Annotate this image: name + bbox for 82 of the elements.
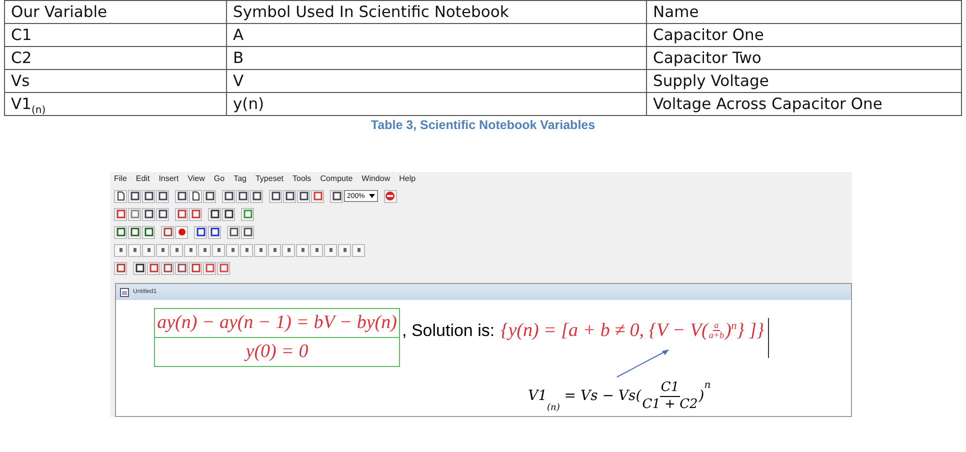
menu-item[interactable]: Help xyxy=(399,174,416,185)
toolbar-button[interactable] xyxy=(208,226,221,238)
menu-item[interactable]: Edit xyxy=(136,174,150,185)
menu-item[interactable]: Tools xyxy=(292,174,312,185)
toolbar-button[interactable] xyxy=(203,190,216,202)
toolbar-button[interactable] xyxy=(156,190,169,202)
table-cell: Vs xyxy=(5,70,227,93)
menu-item[interactable]: Window xyxy=(362,174,390,185)
toolbar-button[interactable] xyxy=(128,244,141,256)
toolbar-button[interactable] xyxy=(222,208,235,220)
toolbar-button[interactable] xyxy=(310,244,323,256)
document-icon xyxy=(120,288,129,296)
toolbar-button[interactable] xyxy=(250,190,263,202)
menu-item[interactable]: Go xyxy=(214,174,225,185)
equation: ay(n) − ay(n − 1) = bV − by(n) xyxy=(155,309,399,338)
toolbar-button[interactable] xyxy=(161,262,174,274)
toolbar-button[interactable] xyxy=(296,244,309,256)
table-cell: Supply Voltage xyxy=(647,70,962,93)
table-cell: Capacitor One xyxy=(647,24,962,47)
table-cell: V1$_{(n)}$ xyxy=(5,93,227,116)
toolbar-button[interactable] xyxy=(142,190,155,202)
toolbar-button[interactable] xyxy=(212,244,225,256)
toolbar-button[interactable] xyxy=(142,226,155,238)
table-caption: Table 3, Scientific Notebook Variables xyxy=(370,118,596,132)
table-cell: B xyxy=(227,47,647,70)
menu-item[interactable]: Typeset xyxy=(255,174,284,185)
toolbar-button[interactable] xyxy=(156,208,169,220)
tool-icon xyxy=(385,191,396,201)
toolbar-button[interactable] xyxy=(175,190,188,202)
caret-icon xyxy=(368,194,375,198)
toolbar-button[interactable] xyxy=(128,190,141,202)
toolbar-button[interactable] xyxy=(227,226,240,238)
toolbar-button[interactable] xyxy=(114,226,127,238)
toolbar-button[interactable] xyxy=(114,244,127,256)
equation: y(0) = 0 xyxy=(243,340,310,364)
menu-item[interactable]: Insert xyxy=(158,174,179,185)
toolbar-button[interactable] xyxy=(133,262,146,274)
toolbar-button[interactable] xyxy=(156,244,169,256)
toolbar-button[interactable] xyxy=(324,244,337,256)
toolbar-button[interactable] xyxy=(114,262,127,274)
menu-item[interactable]: Compute xyxy=(320,174,353,185)
annotation-arrow xyxy=(616,348,671,378)
toolbar-button[interactable] xyxy=(282,244,295,256)
toolbar-button[interactable] xyxy=(184,244,197,256)
toolbar-button[interactable] xyxy=(352,244,365,256)
toolbar-button[interactable] xyxy=(236,190,249,202)
toolbar-button[interactable] xyxy=(208,208,221,220)
solution-label: , Solution is: xyxy=(402,320,495,340)
toolbar-button[interactable] xyxy=(194,226,207,238)
toolbar-button[interactable] xyxy=(175,262,188,274)
toolbar-button[interactable] xyxy=(226,244,239,256)
toolbar-button[interactable] xyxy=(142,244,155,256)
table-cell: y(n) xyxy=(227,93,647,116)
table-cell: A xyxy=(227,24,647,47)
table-cell: Voltage Across Capacitor One xyxy=(647,93,962,116)
toolbar-button[interactable] xyxy=(338,244,351,256)
toolbar-button[interactable] xyxy=(128,226,141,238)
table-cell: Capacitor Two xyxy=(647,47,962,70)
column-header: Name xyxy=(647,1,962,24)
toolbar-button[interactable] xyxy=(189,190,202,202)
toolbar-button[interactable] xyxy=(254,244,267,256)
toolbar-button[interactable] xyxy=(297,190,310,202)
toolbar-button[interactable] xyxy=(161,226,174,238)
toolbar-button[interactable] xyxy=(142,208,155,220)
column-header: Our Variable xyxy=(5,1,227,24)
toolbar-button[interactable] xyxy=(269,190,282,202)
menu-item[interactable]: View xyxy=(188,174,205,185)
toolbar-button[interactable] xyxy=(241,226,254,238)
toolbar-button[interactable] xyxy=(170,244,183,256)
toolbar-button[interactable] xyxy=(240,244,253,256)
toolbar-button[interactable] xyxy=(283,190,296,202)
toolbar-button[interactable] xyxy=(268,244,281,256)
menu-item[interactable]: Tag xyxy=(234,174,246,185)
toolbar-button[interactable] xyxy=(222,190,235,202)
column-header: Symbol Used In Scientific Notebook xyxy=(227,1,647,24)
toolbar-button[interactable] xyxy=(114,190,127,202)
toolbar-button[interactable] xyxy=(198,244,211,256)
menu-item[interactable]: File xyxy=(114,174,127,185)
table-cell: C1 xyxy=(5,24,227,47)
table-cell: V xyxy=(227,70,647,93)
toolbar-button[interactable] xyxy=(330,190,343,202)
table-cell: C2 xyxy=(5,47,227,70)
